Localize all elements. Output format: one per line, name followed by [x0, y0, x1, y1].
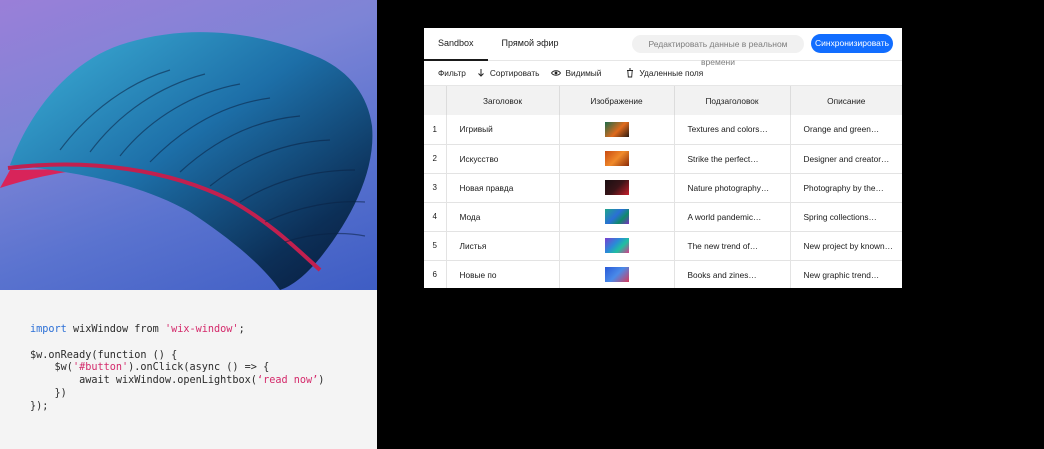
row-number: 2 — [424, 144, 447, 174]
hero-leaf-image — [0, 0, 377, 290]
cell-image[interactable] — [559, 260, 675, 288]
cell-title[interactable]: Игривый — [446, 115, 560, 145]
table-row[interactable]: 6 Новые по Books and zines… New graphic … — [424, 260, 902, 288]
cell-image[interactable] — [559, 231, 675, 261]
cms-header: Sandbox Прямой эфир Редактировать данные… — [424, 28, 902, 67]
cms-collection-window: Sandbox Прямой эфир Редактировать данные… — [424, 28, 902, 288]
cell-description[interactable]: Orange and green… — [790, 115, 902, 145]
column-header-title[interactable]: Заголовок — [446, 86, 560, 115]
cell-subtitle[interactable]: Strike the perfect… — [674, 144, 791, 174]
cell-image[interactable] — [559, 173, 675, 203]
eye-icon — [551, 68, 562, 78]
code-line-close-outer: }); — [30, 400, 49, 412]
trash-icon — [625, 68, 635, 78]
table-row[interactable]: 3 Новая правда Nature photography… Photo… — [424, 173, 902, 203]
row-number: 3 — [424, 173, 447, 203]
cell-subtitle[interactable]: Nature photography… — [674, 173, 791, 203]
column-header-description[interactable]: Описание — [790, 86, 902, 115]
cell-description[interactable]: Spring collections… — [790, 202, 902, 232]
collection-toolbar: Фильтр Сортировать Видимый Удаленные пол… — [424, 61, 902, 86]
tab-sandbox[interactable]: Sandbox — [424, 28, 488, 61]
cell-subtitle[interactable]: The new trend of… — [674, 231, 791, 261]
table-row[interactable]: 2 Искусство Strike the perfect… Designer… — [424, 144, 902, 174]
deleted-fields-label: Удаленные поля — [639, 68, 704, 78]
code-line-lightbox: await wixWindow.openLightbox(‘read now’) — [30, 375, 325, 387]
code-snippet-panel: import wixWindow from 'wix-window'; $w.o… — [0, 290, 377, 449]
code-line-close-inner: }) — [30, 387, 67, 399]
cell-image[interactable] — [559, 115, 675, 145]
cell-image[interactable] — [559, 144, 675, 174]
cell-description[interactable]: Photography by the… — [790, 173, 902, 203]
code-line-import: import wixWindow from 'wix-window'; — [30, 324, 245, 335]
row-number: 4 — [424, 202, 447, 232]
cell-subtitle[interactable]: A world pandemic… — [674, 202, 791, 232]
deleted-fields-button[interactable]: Удаленные поля — [625, 68, 703, 78]
thumbnail-image — [604, 209, 629, 224]
visible-label: Видимый — [565, 68, 602, 78]
table-header-row: Заголовок Изображение Подзаголовок Описа… — [424, 86, 902, 115]
cell-subtitle[interactable]: Textures and colors… — [674, 115, 791, 145]
cell-description[interactable]: New graphic trend… — [790, 260, 902, 288]
cell-title[interactable]: Новая правда — [446, 173, 560, 203]
cell-subtitle[interactable]: Books and zines… — [674, 260, 791, 288]
thumbnail-image — [604, 121, 629, 137]
cell-title[interactable]: Новые по — [446, 260, 560, 288]
cell-description[interactable]: Designer and creator… — [790, 144, 902, 174]
cell-title[interactable]: Листья — [446, 231, 560, 261]
thumbnail-image — [604, 238, 629, 253]
filter-button[interactable]: Фильтр — [438, 68, 466, 78]
thumbnail-image — [604, 267, 629, 282]
cell-title[interactable]: Искусство — [446, 144, 560, 174]
sync-button[interactable]: Синхронизировать — [811, 34, 893, 53]
cell-title[interactable]: Мода — [446, 202, 560, 232]
thumbnail-image — [604, 151, 629, 166]
table-row[interactable]: 1 Игривый Textures and colors… Orange an… — [424, 115, 902, 145]
row-number: 1 — [424, 115, 447, 145]
cell-description[interactable]: New project by known… — [790, 231, 902, 261]
tab-live[interactable]: Прямой эфир — [488, 28, 573, 61]
column-header-subtitle[interactable]: Подзаголовок — [674, 86, 791, 115]
code-line-onready: $w.onReady(function () { — [30, 349, 178, 361]
cell-image[interactable] — [559, 202, 675, 232]
sort-button[interactable]: Сортировать — [476, 68, 540, 78]
sort-label: Сортировать — [489, 68, 540, 78]
column-header-image[interactable]: Изображение — [559, 86, 675, 115]
filter-label: Фильтр — [438, 68, 466, 78]
row-number: 6 — [424, 260, 447, 288]
row-number: 5 — [424, 231, 447, 261]
collection-table: Заголовок Изображение Подзаголовок Описа… — [424, 86, 902, 288]
table-row[interactable]: 4 Мода A world pandemic… Spring collecti… — [424, 202, 902, 232]
visible-button[interactable]: Видимый — [551, 68, 601, 78]
live-edit-toggle[interactable]: Редактировать данные в реальном времени — [632, 35, 804, 67]
row-number-header — [424, 86, 447, 115]
sort-arrow-icon — [476, 68, 486, 78]
table-row[interactable]: 5 Листья The new trend of… New project b… — [424, 231, 902, 261]
code-line-onclick: $w('#button').onClick(async () => { — [30, 362, 270, 374]
thumbnail-image — [604, 180, 629, 195]
leaf-illustration — [0, 32, 373, 290]
